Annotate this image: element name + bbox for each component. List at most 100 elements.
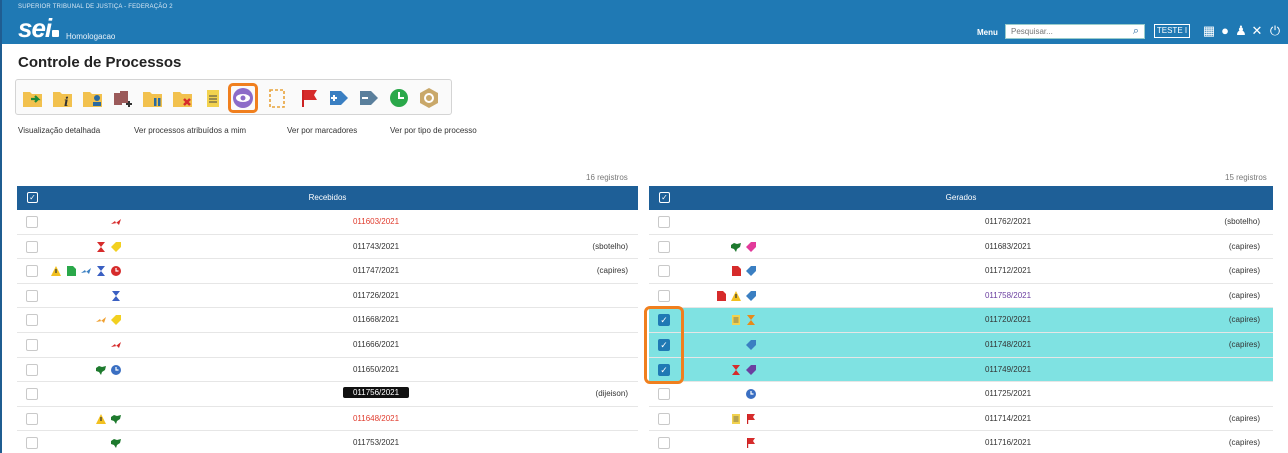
table-row[interactable]: 011762/2021 (sbotelho) [649, 210, 1273, 235]
assign-user-icon[interactable] [82, 87, 104, 109]
red-arrow-icon[interactable] [110, 216, 122, 228]
row-checkbox[interactable] [658, 216, 670, 228]
pink-tag-icon[interactable] [745, 241, 757, 253]
yellow-tag-icon[interactable] [110, 241, 122, 253]
row-checkbox[interactable] [26, 289, 38, 302]
annotation-icon[interactable] [730, 413, 742, 425]
tools-icon[interactable]: ✕ [1250, 24, 1264, 38]
table-row[interactable]: 011668/2021 [17, 308, 638, 333]
link-by-process-type[interactable]: Ver por tipo de processo [390, 126, 477, 135]
process-number-link[interactable]: 011683/2021 [963, 242, 1053, 251]
red-clock-icon[interactable] [110, 265, 122, 277]
table-row[interactable]: ✓ 011749/2021 [649, 357, 1273, 383]
table-row[interactable]: 011756/2021 (dijeison) [17, 382, 638, 407]
select-icon[interactable] [266, 87, 288, 109]
process-number-link[interactable]: 011720/2021 [963, 315, 1053, 324]
table-row[interactable]: 011743/2021 (sbotelho) [17, 235, 638, 260]
green-map-icon[interactable] [730, 241, 742, 253]
process-number-link[interactable]: 011749/2021 [963, 365, 1053, 374]
table-row[interactable]: 011648/2021 [17, 407, 638, 432]
table-row[interactable]: 011758/2021 (capires) [649, 284, 1273, 309]
green-map-icon[interactable] [110, 437, 122, 449]
annotation-icon[interactable] [202, 87, 224, 109]
table-row[interactable]: ✓ 011748/2021 (capires) [649, 332, 1273, 358]
user-icon[interactable]: ♟ [1234, 24, 1248, 38]
unit-button[interactable]: TESTE I [1154, 24, 1190, 38]
table-row[interactable]: 011603/2021 [17, 210, 638, 235]
table-row[interactable]: ✓ 011720/2021 (capires) [649, 308, 1273, 333]
orange-arrow-icon[interactable] [95, 314, 107, 326]
purple-tag-icon[interactable] [745, 364, 757, 376]
link-detailed-view[interactable]: Visualização detalhada [18, 126, 100, 135]
row-checkbox[interactable] [26, 265, 38, 278]
table-row[interactable]: 011712/2021 (capires) [649, 259, 1273, 284]
red-doc-icon[interactable] [715, 290, 727, 302]
table-row[interactable]: 011725/2021 [649, 382, 1273, 407]
table-row[interactable]: 011650/2021 [17, 358, 638, 383]
logout-icon[interactable]: ⏻ [1268, 24, 1282, 38]
process-number-link[interactable]: 011758/2021 [963, 291, 1053, 300]
blue-arrow-icon[interactable] [80, 265, 92, 277]
close-process-icon[interactable] [172, 87, 194, 109]
link-assigned-to-me[interactable]: Ver processos atribuídos a mim [134, 126, 246, 135]
process-number-link[interactable]: 011714/2021 [963, 414, 1053, 423]
row-checkbox[interactable] [658, 388, 670, 401]
process-number-link[interactable]: 011743/2021 [331, 242, 421, 251]
process-number-link[interactable]: 011756/2021 [343, 387, 409, 399]
warning-icon[interactable] [95, 413, 107, 425]
process-number-link[interactable]: 011666/2021 [331, 340, 421, 349]
table-row[interactable]: 011747/2021 (capires) [17, 259, 638, 284]
table-row[interactable]: 011683/2021 (capires) [649, 235, 1273, 260]
process-number-link[interactable]: 011712/2021 [963, 266, 1053, 275]
info-icon[interactable]: ● [1218, 24, 1232, 38]
row-checkbox[interactable] [658, 412, 670, 425]
link-by-markers[interactable]: Ver por marcadores [287, 126, 357, 135]
blue-hourglass-icon[interactable] [110, 290, 122, 302]
row-checkbox[interactable] [26, 338, 38, 351]
table-row[interactable]: 011666/2021 [17, 333, 638, 358]
row-checkbox[interactable] [658, 437, 670, 450]
row-checkbox[interactable] [658, 240, 670, 253]
remove-tag-icon[interactable] [358, 87, 380, 109]
process-info-icon[interactable]: i [52, 87, 74, 109]
process-number-link[interactable]: 011762/2021 [963, 217, 1053, 226]
sobrestar-icon[interactable] [142, 87, 164, 109]
process-number-link[interactable]: 011716/2021 [963, 438, 1053, 447]
row-checkbox[interactable] [658, 289, 670, 302]
red-arrow-icon[interactable] [110, 339, 122, 351]
add-tag-icon[interactable] [328, 87, 350, 109]
table-row[interactable]: 011753/2021 [17, 431, 638, 453]
row-checkbox[interactable] [26, 437, 38, 450]
process-number-link[interactable]: 011603/2021 [331, 217, 421, 226]
green-map-icon[interactable] [95, 364, 107, 376]
process-number-link[interactable]: 011748/2021 [963, 340, 1053, 349]
annotation-icon[interactable] [730, 314, 742, 326]
process-number-link[interactable]: 011648/2021 [331, 414, 421, 423]
blue-clock-icon[interactable] [110, 364, 122, 376]
row-checkbox[interactable] [26, 216, 38, 228]
green-doc-icon[interactable] [65, 265, 77, 277]
schedule-icon[interactable] [388, 87, 410, 109]
table-row[interactable]: 011726/2021 [17, 284, 638, 309]
row-checkbox[interactable] [26, 314, 38, 327]
row-checkbox[interactable] [26, 412, 38, 425]
table-row[interactable]: 011714/2021 (capires) [649, 407, 1273, 432]
blue-hourglass-icon[interactable] [95, 265, 107, 277]
table-row[interactable]: 011716/2021 (capires) [649, 431, 1273, 453]
row-checkbox[interactable] [658, 265, 670, 278]
grid-icon[interactable]: ▦ [1202, 24, 1216, 38]
red-flag-icon[interactable] [745, 437, 757, 449]
search-process-icon[interactable] [418, 87, 440, 109]
send-process-icon[interactable] [22, 87, 44, 109]
process-number-link[interactable]: 011753/2021 [331, 438, 421, 447]
menu-button[interactable]: Menu [977, 28, 998, 37]
blue-tag-icon[interactable] [745, 265, 757, 277]
row-checkbox[interactable] [26, 363, 38, 376]
row-checkbox[interactable] [26, 388, 38, 401]
warning-icon[interactable] [50, 265, 62, 277]
process-number-link[interactable]: 011650/2021 [331, 365, 421, 374]
red-doc-icon[interactable] [730, 265, 742, 277]
blue-tag-icon[interactable] [745, 290, 757, 302]
orange-hourglass-icon[interactable] [745, 314, 757, 326]
process-number-link[interactable]: 011747/2021 [331, 266, 421, 275]
